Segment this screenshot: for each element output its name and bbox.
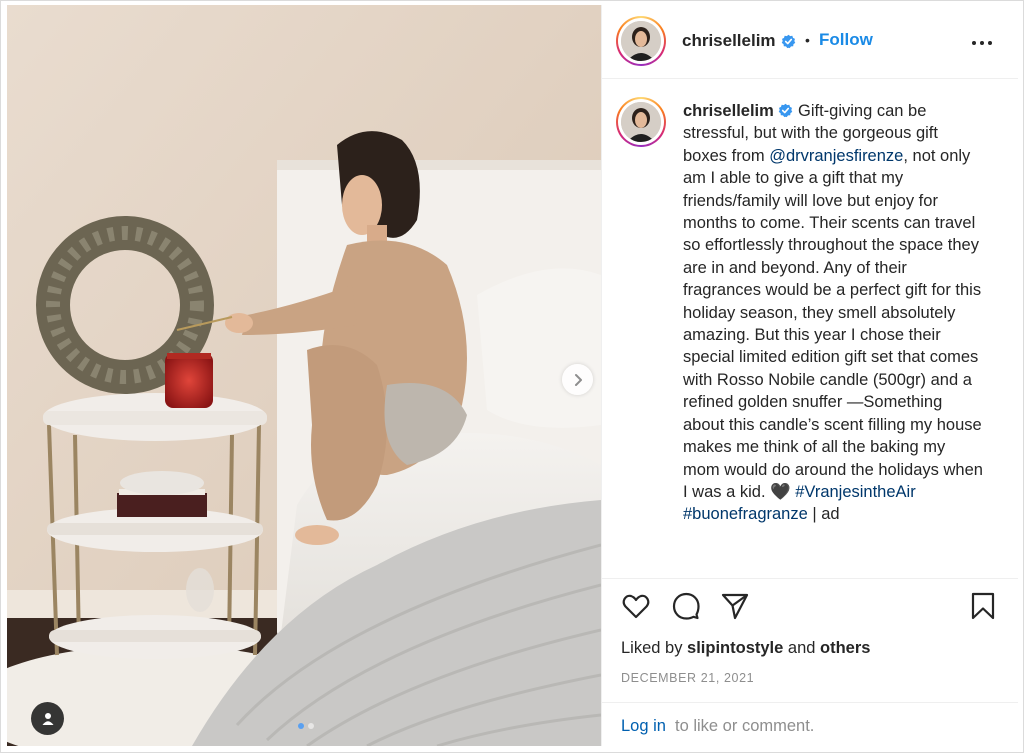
caption-body: , not only am I able to give a gift that… — [683, 146, 983, 501]
likes-others-link[interactable]: others — [820, 639, 870, 657]
follow-button[interactable]: Follow — [819, 30, 873, 50]
comment-icon[interactable] — [671, 591, 701, 621]
post-photo[interactable] — [7, 5, 601, 746]
carousel-indicators — [298, 723, 314, 729]
caption-author-avatar[interactable] — [616, 97, 666, 147]
login-prompt-text: to like or comment. — [675, 717, 815, 735]
photo-illustration — [7, 5, 601, 746]
likes-summary: Liked by slipintostyle and others — [621, 639, 870, 658]
hashtag-link[interactable]: #buonefragranze — [683, 505, 808, 523]
mention-link[interactable]: @drvranjesfirenze — [769, 147, 903, 165]
next-slide-button[interactable] — [562, 364, 593, 395]
more-options-icon[interactable] — [970, 33, 994, 53]
bookmark-icon[interactable] — [968, 591, 998, 621]
verified-badge-icon — [779, 103, 793, 118]
user-tag-icon — [42, 712, 53, 725]
verified-badge-icon — [781, 34, 796, 49]
liked-by-user[interactable]: slipintostyle — [687, 639, 783, 657]
carousel-dot-1 — [298, 723, 304, 729]
tagged-users-button[interactable] — [31, 702, 64, 735]
likes-and: and — [783, 639, 821, 657]
likes-prefix: Liked by — [621, 639, 688, 657]
comments-area: chrisellelim Gift-giving can be stressfu… — [602, 80, 1018, 570]
share-icon[interactable] — [720, 591, 750, 621]
heart-icon[interactable] — [621, 591, 651, 621]
post-header: chrisellelim • Follow — [602, 5, 1018, 79]
caption-username[interactable]: chrisellelim — [683, 102, 774, 120]
carousel-dot-2 — [308, 723, 314, 729]
post-caption: chrisellelim Gift-giving can be stressfu… — [683, 100, 983, 526]
post-actions-bar — [602, 578, 1018, 628]
chevron-right-icon — [574, 373, 582, 386]
avatar-photo — [621, 21, 661, 61]
caption-tail: | ad — [807, 505, 840, 524]
post-date[interactable]: DECEMBER 21, 2021 — [621, 671, 754, 685]
hashtag-link[interactable]: #VranjesintheAir — [795, 483, 915, 501]
post-side-panel: chrisellelim • Follow chrisellelim Gift-… — [601, 5, 1018, 746]
author-avatar[interactable] — [616, 16, 666, 66]
login-link[interactable]: Log in — [621, 717, 666, 736]
author-username[interactable]: chrisellelim — [682, 31, 776, 51]
avatar-photo — [621, 102, 661, 142]
login-prompt: Log in to like or comment. — [602, 702, 1018, 746]
header-separator: • — [805, 32, 810, 48]
